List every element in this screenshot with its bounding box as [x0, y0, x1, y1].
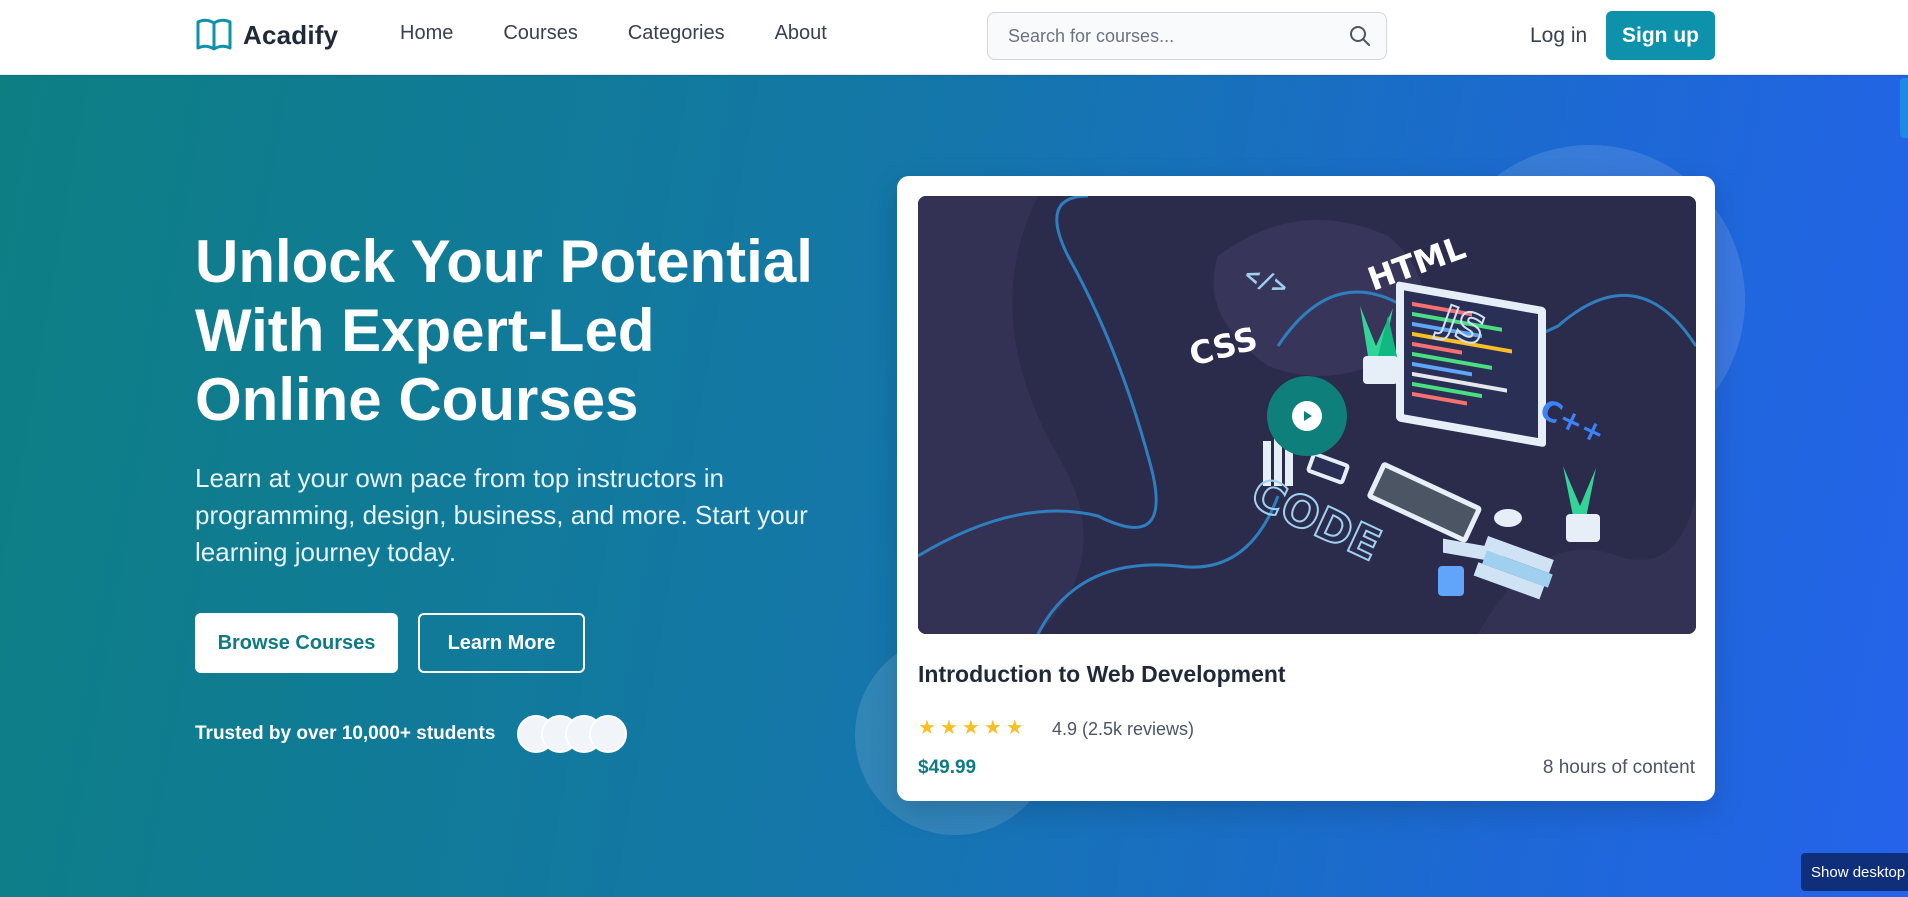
rating-stars: ★ ★ ★ ★ ★ [918, 718, 1024, 738]
learn-more-button[interactable]: Learn More [418, 613, 585, 673]
star-icon: ★ [918, 717, 936, 739]
nav-courses[interactable]: Courses [503, 22, 577, 45]
star-icon: ★ [1005, 717, 1024, 739]
nav-home[interactable]: Home [400, 22, 453, 45]
browse-courses-button[interactable]: Browse Courses [195, 613, 398, 673]
star-icon: ★ [961, 717, 980, 739]
trusted-text: Trusted by over 10,000+ students [195, 723, 496, 744]
nav-about[interactable]: About [775, 22, 827, 45]
search-bar [987, 12, 1387, 60]
hero-subtitle: Learn at your own pace from top instruct… [195, 463, 808, 567]
site-header: Acadify Home Courses Categories About Lo… [0, 0, 1908, 75]
course-thumbnail[interactable]: HTML CSS JS C++ CODE </> [918, 196, 1696, 634]
login-link[interactable]: Log in [1530, 24, 1587, 48]
student-avatars [517, 715, 637, 753]
search-input[interactable] [1008, 25, 1348, 47]
rating-text: 4.9 (2.5k reviews) [1052, 719, 1195, 739]
play-icon [1292, 401, 1322, 431]
edge-tab[interactable] [1900, 78, 1908, 138]
course-duration: 8 hours of content [1542, 757, 1695, 778]
avatar [589, 715, 627, 753]
play-button[interactable] [1267, 376, 1347, 456]
star-icon: ★ [939, 717, 958, 739]
course-price: $49.99 [918, 757, 977, 778]
show-desktop-button[interactable]: Show desktop [1801, 853, 1908, 891]
brand-name: Acadify [243, 19, 339, 50]
star-icon: ★ [983, 717, 1002, 739]
course-title[interactable]: Introduction to Web Development [918, 661, 1286, 688]
featured-course-card[interactable]: HTML CSS JS C++ CODE </> Introduction to… [897, 176, 1715, 801]
nav-categories[interactable]: Categories [628, 22, 725, 45]
book-icon [196, 18, 232, 51]
hero-title: Unlock Your Potential With Expert-Led On… [195, 228, 813, 433]
search-icon[interactable] [1348, 24, 1372, 48]
brand-logo[interactable]: Acadify [195, 16, 338, 54]
hero-section: Unlock Your Potential With Expert-Led On… [0, 75, 1908, 897]
main-nav: Home Courses Categories About [400, 22, 827, 45]
signup-button[interactable]: Sign up [1606, 11, 1715, 60]
